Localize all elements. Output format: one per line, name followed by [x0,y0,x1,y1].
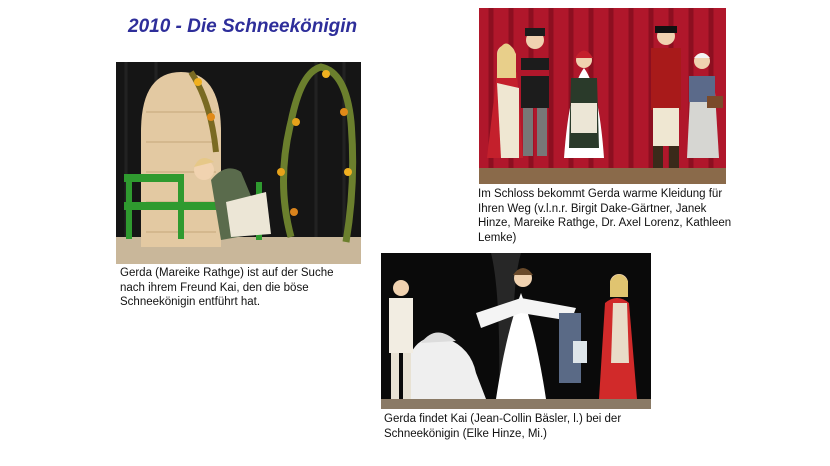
caption-castle-scene: Im Schloss bekommt Gerda warme Kleidung … [478,188,732,244]
slide-title: 2010 - Die Schneekönigin [128,16,358,37]
caption-gerda-bench: Gerda (Mareike Rathge) ist auf der Suche… [120,267,334,308]
photo-snow-queen [381,253,651,409]
photo-castle-scene [479,8,726,184]
photo-gerda-bench [116,62,361,264]
caption-snow-queen: Gerda findet Kai (Jean-Collin Bäsler, l.… [384,413,622,440]
